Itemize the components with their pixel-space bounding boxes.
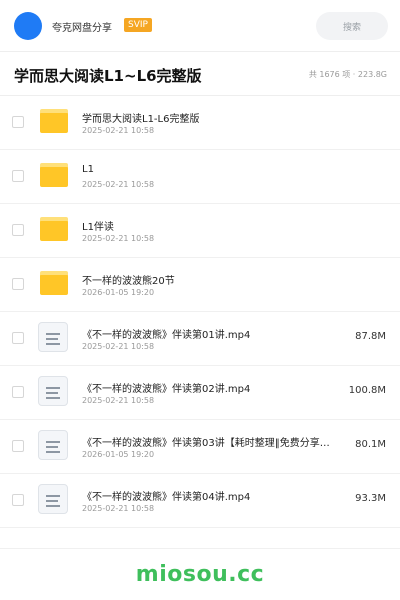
row-checkbox[interactable] bbox=[12, 332, 24, 344]
file-name[interactable]: 《不一样的波波熊》伴读第01讲.mp4 bbox=[82, 326, 250, 341]
row-checkbox[interactable] bbox=[12, 494, 24, 506]
share-stats: 共 1676 项 · 223.8G bbox=[308, 70, 387, 79]
row-checkbox[interactable] bbox=[12, 224, 24, 236]
file-date: 2025-02-21 10:58 bbox=[82, 504, 155, 513]
file-name[interactable]: 学而思大阅读L1-L6完整版 bbox=[82, 110, 199, 125]
page-title: 学而思大阅读L1~L6完整版 bbox=[14, 67, 202, 85]
file-size: 80.1M bbox=[355, 439, 386, 450]
file-date: 2025-02-21 10:58 bbox=[82, 342, 155, 351]
file-name[interactable]: L1 bbox=[82, 164, 94, 175]
document-icon bbox=[38, 322, 68, 352]
file-date: 2025-02-21 10:58 bbox=[82, 234, 155, 243]
row-checkbox[interactable] bbox=[12, 386, 24, 398]
file-list: 学而思大阅读L1-L6完整版 2025-02-21 10:58 L1 2025-… bbox=[0, 96, 400, 528]
file-date: 2025-02-21 10:58 bbox=[82, 396, 155, 405]
document-icon bbox=[38, 484, 68, 514]
search-button[interactable]: 搜索 bbox=[316, 12, 388, 40]
list-item[interactable]: 《不一样的波波熊》伴读第01讲.mp4 2025-02-21 10:58 87.… bbox=[0, 312, 400, 366]
file-name[interactable]: 《不一样的波波熊》伴读第03讲【耗时整理‖免费分享… bbox=[82, 434, 330, 449]
row-checkbox[interactable] bbox=[12, 278, 24, 290]
document-icon bbox=[38, 376, 68, 406]
watermark: miosou.cc bbox=[135, 562, 265, 587]
folder-icon bbox=[40, 109, 68, 133]
file-date: 2025-02-21 10:58 bbox=[82, 126, 155, 135]
file-date: 2025-02-21 10:58 bbox=[82, 180, 155, 189]
file-name[interactable]: L1伴读 bbox=[82, 218, 114, 233]
list-item[interactable]: L1伴读 2025-02-21 10:58 bbox=[0, 204, 400, 258]
list-item[interactable]: L1 2025-02-21 10:58 bbox=[0, 150, 400, 204]
list-item[interactable]: 学而思大阅读L1-L6完整版 2025-02-21 10:58 bbox=[0, 96, 400, 150]
file-size: 93.3M bbox=[355, 493, 386, 504]
list-item[interactable]: 《不一样的波波熊》伴读第03讲【耗时整理‖免费分享… 2026-01-05 19… bbox=[0, 420, 400, 474]
search-label: 搜索 bbox=[342, 22, 361, 33]
list-item[interactable]: 不一样的波波熊20节 2026-01-05 19:20 bbox=[0, 258, 400, 312]
row-checkbox[interactable] bbox=[12, 440, 24, 452]
file-name[interactable]: 《不一样的波波熊》伴读第02讲.mp4 bbox=[82, 380, 250, 395]
file-size: 100.8M bbox=[348, 385, 386, 396]
file-date: 2026-01-05 19:20 bbox=[82, 450, 155, 459]
list-item[interactable]: 《不一样的波波熊》伴读第04讲.mp4 2025-02-21 10:58 93.… bbox=[0, 474, 400, 528]
document-icon bbox=[38, 430, 68, 460]
folder-icon bbox=[40, 271, 68, 295]
folder-icon bbox=[40, 217, 68, 241]
avatar[interactable] bbox=[14, 12, 42, 40]
row-checkbox[interactable] bbox=[12, 116, 24, 128]
file-name[interactable]: 《不一样的波波熊》伴读第04讲.mp4 bbox=[82, 488, 250, 503]
footer-divider bbox=[0, 548, 400, 549]
row-checkbox[interactable] bbox=[12, 170, 24, 182]
header-bar: 夸克网盘分享 SVIP 搜索 bbox=[0, 0, 400, 52]
file-size: 87.8M bbox=[355, 331, 386, 342]
share-owner-name: 夸克网盘分享 bbox=[52, 23, 112, 34]
folder-icon bbox=[40, 163, 68, 187]
file-date: 2026-01-05 19:20 bbox=[82, 288, 155, 297]
file-name[interactable]: 不一样的波波熊20节 bbox=[82, 272, 175, 287]
list-item[interactable]: 《不一样的波波熊》伴读第02讲.mp4 2025-02-21 10:58 100… bbox=[0, 366, 400, 420]
title-bar: 学而思大阅读L1~L6完整版 共 1676 项 · 223.8G bbox=[0, 52, 400, 96]
svip-badge: SVIP bbox=[124, 18, 152, 32]
